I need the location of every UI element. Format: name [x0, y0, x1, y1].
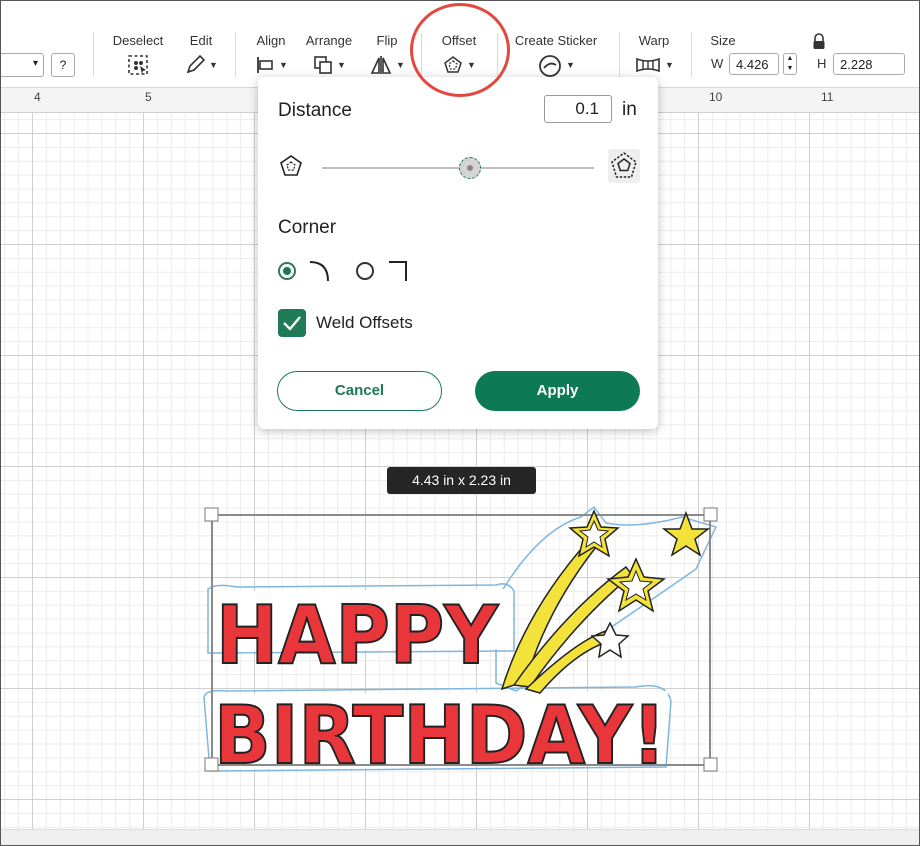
app-window: ▾ ? Deselect Edit ▼ Align ▼ Arrange ▼ Fl…	[0, 0, 920, 846]
bottom-bar	[1, 829, 919, 845]
edit-tool[interactable]: Edit ▼	[181, 23, 221, 87]
chevron-down-icon: ▼	[566, 60, 575, 70]
chevron-down-icon: ▼	[209, 60, 218, 70]
chevron-down-icon: ▼	[665, 60, 674, 70]
corner-rounded-radio[interactable]	[278, 262, 296, 280]
square-corner-icon	[389, 261, 407, 281]
birthday-design[interactable]: HAPPY BIRTHDAY!	[196, 501, 726, 781]
height-input[interactable]: 2.228	[833, 53, 905, 75]
chevron-down-icon: ▼	[396, 60, 405, 70]
dimensions-tooltip: 4.43 in x 2.23 in	[387, 467, 536, 494]
distance-slider-track[interactable]	[322, 167, 594, 169]
corner-square-radio[interactable]	[356, 262, 374, 280]
resize-handle[interactable]	[703, 757, 718, 772]
separator	[93, 33, 94, 77]
separator	[235, 33, 236, 77]
width-letter: W	[711, 56, 724, 71]
resize-handle[interactable]	[703, 507, 718, 522]
create-sticker-label: Create Sticker	[514, 33, 598, 48]
distance-unit: in	[622, 99, 637, 120]
align-label: Align	[256, 33, 286, 48]
warp-icon	[636, 57, 660, 73]
lock-icon[interactable]	[811, 33, 827, 51]
corner-label: Corner	[278, 217, 337, 238]
birthday-text: BIRTHDAY!	[214, 689, 666, 781]
weld-offsets-checkbox[interactable]	[278, 309, 306, 337]
pentagon-small-icon[interactable]	[278, 153, 304, 179]
font-select[interactable]: ▾	[1, 53, 44, 77]
deselect-icon	[128, 55, 148, 75]
pencil-icon	[186, 54, 206, 74]
ruler-number: 11	[821, 90, 834, 104]
resize-handle[interactable]	[204, 507, 219, 522]
size-label: Size	[710, 33, 736, 48]
warp-label: Warp	[638, 33, 670, 48]
offset-panel: Distance 0.1 in Corner Weld Offsets Canc…	[258, 77, 658, 429]
happy-text: HAPPY	[216, 589, 499, 682]
distance-label: Distance	[278, 100, 352, 121]
distance-slider-thumb[interactable]	[459, 157, 481, 179]
deselect-tool[interactable]: Deselect	[109, 23, 167, 87]
flip-icon	[370, 56, 392, 74]
edit-label: Edit	[189, 33, 213, 48]
arrange-label: Arrange	[305, 33, 353, 48]
chevron-down-icon: ▼	[337, 60, 346, 70]
ruler-number: 4	[34, 90, 41, 104]
flip-label: Flip	[376, 33, 398, 48]
width-stepper[interactable]: ▲ ▼	[783, 53, 797, 75]
ruler-number: 5	[145, 90, 152, 104]
checkmark-icon	[283, 316, 301, 331]
help-button[interactable]: ?	[51, 53, 75, 77]
pentagon-large-icon[interactable]	[608, 149, 640, 183]
separator	[691, 33, 692, 77]
deselect-label: Deselect	[112, 33, 164, 48]
height-letter: H	[817, 56, 827, 71]
highlight-circle	[410, 3, 510, 97]
rounded-corner-icon	[309, 261, 329, 282]
weld-offsets-label: Weld Offsets	[316, 313, 413, 332]
chevron-down-icon: ▼	[279, 60, 288, 70]
arrange-icon	[314, 56, 332, 74]
width-input[interactable]: 4.426	[729, 53, 779, 75]
distance-input[interactable]: 0.1	[544, 95, 612, 123]
cancel-button[interactable]: Cancel	[277, 371, 442, 411]
apply-button[interactable]: Apply	[475, 371, 640, 411]
sticker-icon	[539, 55, 561, 77]
shooting-star-graphic	[500, 509, 711, 694]
separator	[619, 33, 620, 77]
align-left-icon	[257, 57, 273, 73]
ruler-number: 10	[709, 90, 723, 104]
